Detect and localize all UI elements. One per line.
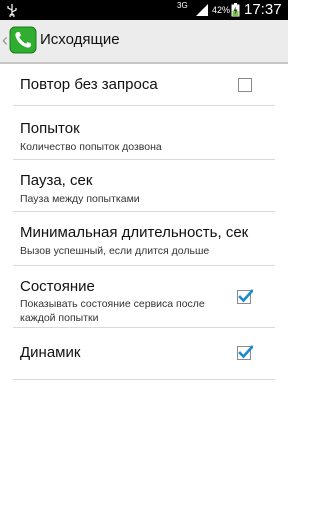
signal-icon	[196, 4, 208, 16]
checkbox-checked[interactable]	[237, 344, 253, 360]
setting-summary: Количество попыток дозвона	[20, 141, 162, 153]
setting-status[interactable]: Состояние Показывать состояние сервиса п…	[13, 266, 275, 328]
setting-pause[interactable]: Пауза, сек Пауза между попытками	[13, 160, 275, 212]
setting-title: Попыток	[20, 120, 80, 137]
action-bar: ‹ Исходящие	[0, 20, 288, 64]
phone-icon[interactable]	[9, 26, 37, 54]
settings-list: Повтор без запроса Попыток Количество по…	[0, 64, 288, 380]
battery-charging-icon	[231, 3, 240, 17]
usb-icon	[7, 4, 17, 17]
battery-percentage: 42%	[212, 5, 231, 15]
checkbox-checked[interactable]	[237, 288, 253, 304]
setting-attempts[interactable]: Попыток Количество попыток дозвона	[13, 106, 275, 160]
setting-summary-continued: каждой попытки	[20, 312, 99, 324]
setting-summary: Показывать состояние сервиса после	[20, 298, 205, 310]
network-type-label: 3G	[177, 1, 188, 10]
page-title: Исходящие	[40, 31, 120, 48]
setting-summary: Пауза между попытками	[20, 193, 140, 205]
setting-repeat-without-prompt[interactable]: Повтор без запроса	[13, 64, 275, 106]
setting-summary: Вызов успешный, если длится дольше	[20, 245, 210, 257]
clock: 17:37	[244, 1, 282, 18]
checkbox-unchecked[interactable]	[238, 78, 252, 92]
setting-title: Минимальная длительность, сек	[20, 224, 249, 241]
status-bar: 3G 42% 17:37	[0, 0, 288, 20]
setting-title: Пауза, сек	[20, 172, 93, 189]
setting-speaker[interactable]: Динамик	[13, 328, 275, 380]
setting-min-duration[interactable]: Минимальная длительность, сек Вызов успе…	[13, 212, 275, 266]
setting-title: Повтор без запроса	[20, 76, 158, 93]
setting-title: Состояние	[20, 278, 95, 295]
setting-title: Динамик	[20, 344, 81, 361]
